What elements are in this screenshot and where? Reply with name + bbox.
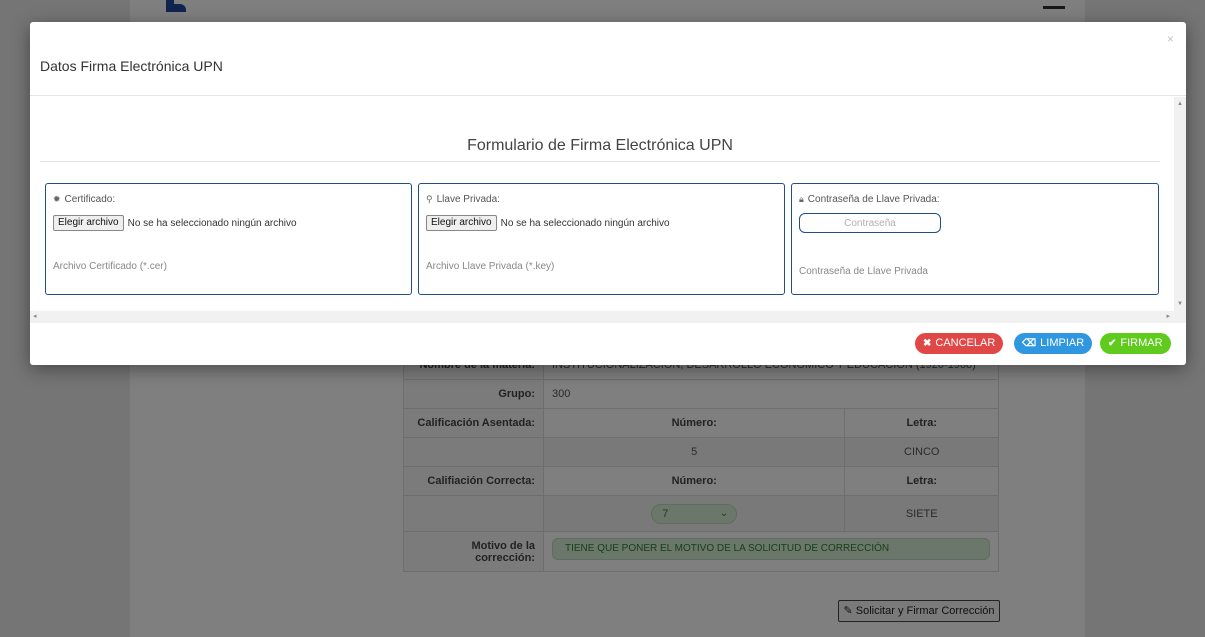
modal-title: Datos Firma Electrónica UPN [40, 58, 223, 74]
times-icon: ✖ [923, 338, 932, 349]
certificado-file-input: Elegir archivo No se ha seleccionado nin… [53, 215, 404, 231]
certificado-label: Certificado: [64, 193, 116, 205]
password-input[interactable] [799, 213, 941, 233]
clean-button[interactable]: ⌫ LIMPIAR [1014, 333, 1093, 354]
llave-choose-button[interactable]: Elegir archivo [426, 215, 497, 231]
llave-file-status: No se ha seleccionado ningún archivo [500, 217, 670, 229]
certificate-icon: ✹ [53, 193, 61, 204]
llave-label: Llave Privada: [436, 193, 500, 205]
close-icon[interactable]: × [1167, 32, 1174, 46]
password-panel: 🔒︎ Contraseña de Llave Privada: Contrase… [791, 183, 1159, 295]
cancel-button[interactable]: ✖ CANCELAR [915, 333, 1004, 354]
eraser-icon: ⌫ [1022, 338, 1037, 349]
key-icon: ⚲ [426, 193, 433, 204]
divider [40, 161, 1160, 162]
horizontal-scrollbar[interactable]: ◂ ▸ [30, 311, 1186, 323]
scroll-right-icon[interactable]: ▸ [1166, 312, 1170, 320]
vertical-scrollbar[interactable]: ▲ ▼ [1174, 97, 1186, 311]
llave-help: Archivo Llave Privada (*.key) [426, 261, 555, 272]
scroll-up-icon[interactable]: ▲ [1177, 101, 1183, 107]
certificado-choose-button[interactable]: Elegir archivo [53, 215, 124, 231]
firma-modal: Datos Firma Electrónica UPN × Formulario… [30, 22, 1186, 365]
form-title: Formulario de Firma Electrónica UPN [467, 137, 733, 154]
scroll-down-icon[interactable]: ▼ [1177, 301, 1183, 307]
modal-footer: ✖ CANCELAR ⌫ LIMPIAR ✔ FIRMAR [30, 323, 1186, 365]
check-icon: ✔ [1108, 338, 1117, 349]
sign-button[interactable]: ✔ FIRMAR [1100, 333, 1171, 354]
modal-body: Formulario de Firma Electrónica UPN ✹ Ce… [30, 97, 1186, 323]
certificado-file-status: No se ha seleccionado ningún archivo [127, 217, 297, 229]
certificado-help: Archivo Certificado (*.cer) [53, 261, 167, 272]
password-help: Contraseña de Llave Privada [799, 266, 928, 277]
scroll-left-icon[interactable]: ◂ [33, 312, 37, 320]
llave-panel: ⚲ Llave Privada: Elegir archivo No se ha… [418, 183, 785, 295]
certificado-panel: ✹ Certificado: Elegir archivo No se ha s… [45, 183, 412, 295]
password-label: Contraseña de Llave Privada: [807, 193, 940, 205]
modal-header: Datos Firma Electrónica UPN × [30, 22, 1186, 96]
llave-file-input: Elegir archivo No se ha seleccionado nin… [426, 215, 777, 231]
lock-icon: 🔒︎ [799, 193, 804, 204]
